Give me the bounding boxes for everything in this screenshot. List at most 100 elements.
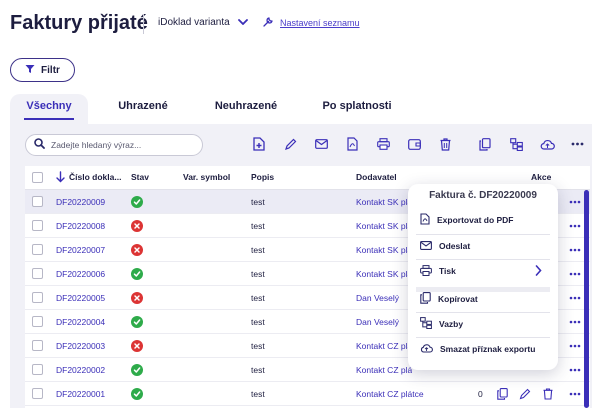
supplier-link[interactable]: Dan Veselý [356, 293, 399, 303]
funnel-icon [25, 64, 35, 77]
invoice-number-link[interactable]: DF20220002 [56, 365, 105, 375]
list-settings-link[interactable]: Nastavení seznamu [262, 16, 360, 30]
supplier-link[interactable]: Kontakt CZ plátce [356, 389, 424, 399]
supplier-link[interactable]: Kontakt SK plá [356, 269, 412, 279]
row-checkbox[interactable] [32, 196, 43, 207]
invoice-number-link[interactable]: DF20220005 [56, 293, 105, 303]
description-cell: test [251, 197, 265, 207]
supplier-link[interactable]: Dan Veselý [356, 317, 399, 327]
edit-icon[interactable] [519, 387, 531, 405]
row-checkbox[interactable] [32, 220, 43, 231]
cloud-icon [420, 343, 433, 355]
print-icon [420, 264, 432, 278]
row-partial-value: 0 [478, 389, 483, 399]
row-actions-more-icon[interactable] [567, 363, 583, 377]
relations-icon [420, 317, 432, 331]
copy-icon[interactable] [497, 387, 508, 405]
column-status[interactable]: Stav [131, 172, 149, 182]
row-checkbox[interactable] [32, 340, 43, 351]
tab-paid[interactable]: Uhrazené [106, 94, 180, 124]
invoice-number-link[interactable]: DF20220004 [56, 317, 105, 327]
supplier-link[interactable]: Kontakt CZ plá [356, 365, 412, 375]
email-icon[interactable] [313, 136, 329, 152]
supplier-link[interactable]: Kontakt SK plá [356, 197, 412, 207]
row-actions-more-icon[interactable] [567, 315, 583, 329]
menu-item-label: Exportovat do PDF [437, 215, 514, 225]
row-checkbox[interactable] [32, 292, 43, 303]
scrollbar[interactable] [584, 190, 589, 408]
tab-overdue[interactable]: Po splatnosti [314, 94, 400, 124]
settings-link-label: Nastavení seznamu [280, 18, 360, 28]
invoice-number-link[interactable]: DF20220009 [56, 197, 105, 207]
row-checkbox[interactable] [32, 364, 43, 375]
table-row[interactable]: DF20220001 test Kontakt CZ plátce 0 [25, 382, 590, 406]
tab-all[interactable]: Všechny [10, 94, 88, 124]
status-error-icon [131, 340, 143, 352]
invoice-number-link[interactable]: DF20220001 [56, 389, 105, 399]
column-supplier[interactable]: Dodavatel [356, 172, 397, 182]
trash-icon[interactable] [437, 136, 453, 152]
select-all-checkbox[interactable] [32, 172, 43, 183]
column-var-symbol[interactable]: Var. symbol [183, 172, 230, 182]
trash-icon[interactable] [543, 387, 553, 405]
menu-item-send[interactable]: Odeslat [416, 235, 550, 257]
status-ok-icon [131, 364, 143, 376]
wrench-icon [262, 16, 274, 30]
search-icon [34, 136, 45, 154]
description-cell: test [251, 269, 265, 279]
menu-title: Faktura č. DF20220009 [429, 190, 537, 201]
column-number[interactable]: Číslo dokla... [69, 172, 121, 182]
menu-item-copy[interactable]: Kopírovat [416, 288, 550, 310]
page-header: Faktury přijaté iDoklad varianta Nastave… [0, 0, 602, 50]
add-document-icon[interactable] [251, 136, 267, 152]
row-checkbox[interactable] [32, 388, 43, 399]
row-actions-more-icon[interactable] [567, 387, 583, 401]
edit-icon[interactable] [282, 136, 298, 152]
menu-item-clear-export-flag[interactable]: Smazat příznak exportu [416, 338, 550, 360]
menu-item-label: Kopírovat [438, 294, 478, 304]
variant-label: iDoklad varianta [158, 17, 230, 28]
description-cell: test [251, 389, 265, 399]
search-input[interactable] [51, 140, 191, 150]
menu-item-print[interactable]: Tisk [416, 260, 550, 282]
filter-label: Filtr [41, 64, 60, 76]
chevron-down-icon [237, 17, 248, 28]
more-icon[interactable] [569, 136, 585, 152]
row-actions-more-icon[interactable] [567, 267, 583, 281]
row-checkbox[interactable] [32, 268, 43, 279]
status-ok-icon [131, 196, 143, 208]
variant-dropdown[interactable]: iDoklad varianta [158, 17, 248, 28]
menu-item-label: Vazby [439, 319, 464, 329]
copy-icon[interactable] [477, 136, 493, 152]
invoice-number-link[interactable]: DF20220008 [56, 221, 105, 231]
row-actions-more-icon[interactable] [567, 339, 583, 353]
menu-item-export-pdf[interactable]: Exportovat do PDF [416, 209, 550, 231]
row-actions-more-icon[interactable] [567, 195, 583, 209]
wallet-icon[interactable] [406, 136, 422, 152]
row-actions-more-icon[interactable] [567, 291, 583, 305]
column-actions: Akce [531, 172, 552, 182]
tab-unpaid[interactable]: Neuhrazené [208, 94, 284, 124]
row-checkbox[interactable] [32, 244, 43, 255]
row-actions-more-icon[interactable] [567, 243, 583, 257]
invoice-number-link[interactable]: DF20220007 [56, 245, 105, 255]
supplier-link[interactable]: Kontakt SK plá [356, 221, 412, 231]
relations-icon[interactable] [508, 136, 524, 152]
pdf-icon[interactable] [344, 136, 360, 152]
menu-item-relations[interactable]: Vazby [416, 313, 550, 335]
description-cell: test [251, 221, 265, 231]
row-actions-more-icon[interactable] [567, 219, 583, 233]
invoice-number-link[interactable]: DF20220003 [56, 341, 105, 351]
sort-arrow-down-icon[interactable] [56, 170, 65, 188]
invoice-number-link[interactable]: DF20220006 [56, 269, 105, 279]
column-description[interactable]: Popis [251, 172, 274, 182]
cloud-icon[interactable] [539, 136, 555, 152]
page-title: Faktury přijaté [10, 12, 148, 34]
filter-button[interactable]: Filtr [10, 58, 75, 82]
description-cell: test [251, 365, 265, 375]
row-checkbox[interactable] [32, 316, 43, 327]
supplier-link[interactable]: Kontakt CZ plá [356, 341, 412, 351]
supplier-link[interactable]: Kontakt SK plá [356, 245, 412, 255]
print-icon[interactable] [375, 136, 391, 152]
copy-icon [420, 292, 431, 306]
